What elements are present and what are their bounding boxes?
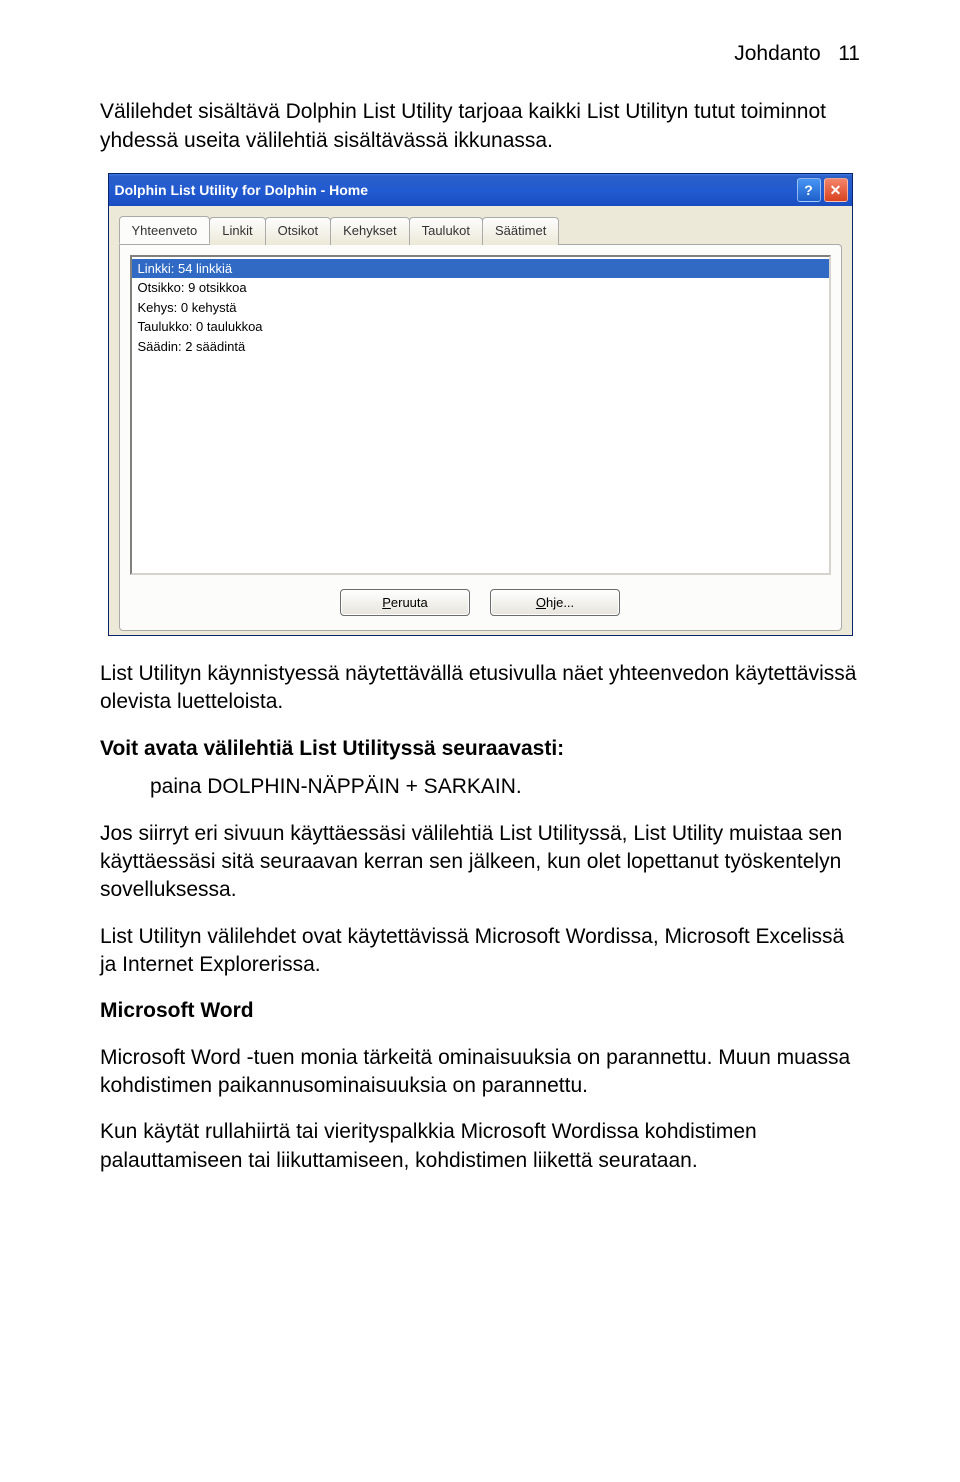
open-tabs-step: paina DOLPHIN-NÄPPÄIN + SARKAIN. — [100, 773, 860, 801]
tab-taulukot[interactable]: Taulukot — [409, 217, 483, 245]
list-item[interactable]: Kehys: 0 kehystä — [132, 298, 829, 318]
help-button[interactable]: Ohje... — [490, 589, 620, 617]
dolphin-list-utility-window: Dolphin List Utility for Dolphin - Home … — [108, 173, 853, 636]
tab-otsikot[interactable]: Otsikot — [265, 217, 331, 245]
after-screenshot-paragraph: List Utilityn käynnistyessä näytettäväll… — [100, 660, 860, 717]
intro-paragraph: Välilehdet sisältävä Dolphin List Utilit… — [100, 98, 860, 155]
msword-paragraph-2: Kun käytät rullahiirtä tai vierityspalkk… — [100, 1118, 860, 1175]
page-number: 11 — [838, 42, 860, 65]
tab-linkit[interactable]: Linkit — [209, 217, 265, 245]
tab-saatimet[interactable]: Säätimet — [482, 217, 559, 245]
titlebar[interactable]: Dolphin List Utility for Dolphin - Home … — [109, 174, 852, 206]
remember-tab-paragraph: Jos siirryt eri sivuun käyttäessäsi väli… — [100, 820, 860, 905]
msword-paragraph-1: Microsoft Word -tuen monia tärkeitä omin… — [100, 1044, 860, 1101]
tab-strip: Yhteenveto Linkit Otsikot Kehykset Taulu… — [119, 216, 842, 244]
dialog-button-row: Peruuta Ohje... — [130, 589, 831, 617]
availability-paragraph: List Utilityn välilehdet ovat käytettävi… — [100, 923, 860, 980]
open-tabs-block: Voit avata välilehtiä List Utilityssä se… — [100, 735, 860, 802]
tab-kehykset[interactable]: Kehykset — [330, 217, 409, 245]
list-item[interactable]: Otsikko: 9 otsikkoa — [132, 278, 829, 298]
page-header: Johdanto 11 — [100, 40, 860, 68]
window-title: Dolphin List Utility for Dolphin - Home — [115, 181, 794, 200]
msword-heading: Microsoft Word — [100, 997, 860, 1025]
tab-yhteenveto[interactable]: Yhteenveto — [119, 216, 211, 244]
open-tabs-heading: Voit avata välilehtiä List Utilityssä se… — [100, 735, 860, 763]
close-icon[interactable]: ✕ — [824, 178, 848, 202]
tab-panel: Linkki: 54 linkkiä Otsikko: 9 otsikkoa K… — [119, 244, 842, 632]
list-item[interactable]: Taulukko: 0 taulukkoa — [132, 317, 829, 337]
cancel-button[interactable]: Peruuta — [340, 589, 470, 617]
help-icon[interactable]: ? — [797, 178, 821, 202]
section-name: Johdanto — [734, 42, 820, 65]
list-item[interactable]: Säädin: 2 säädintä — [132, 337, 829, 357]
tabs-container: Yhteenveto Linkit Otsikot Kehykset Taulu… — [109, 206, 852, 635]
list-item[interactable]: Linkki: 54 linkkiä — [132, 259, 829, 279]
summary-listbox[interactable]: Linkki: 54 linkkiä Otsikko: 9 otsikkoa K… — [130, 255, 831, 575]
